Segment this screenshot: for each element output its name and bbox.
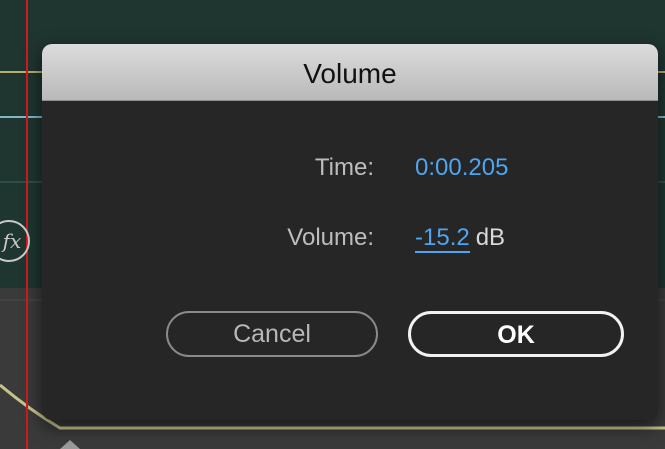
volume-dialog: Volume Time: 0:00.205 Volume: -15.2 dB Ca… xyxy=(42,44,658,420)
cancel-button[interactable]: Cancel xyxy=(166,311,378,357)
volume-unit: dB xyxy=(475,224,506,251)
time-label: Time: xyxy=(314,154,374,181)
volume-row: Volume: -15.2 dB xyxy=(42,218,658,258)
marker-triangle-icon xyxy=(60,440,80,449)
time-value[interactable]: 0:00.205 xyxy=(415,148,508,188)
volume-label: Volume: xyxy=(287,224,374,251)
volume-value-group: -15.2 dB xyxy=(415,218,505,258)
dialog-title: Volume xyxy=(42,44,658,101)
volume-value-field[interactable]: -15.2 xyxy=(415,224,470,253)
playhead[interactable] xyxy=(26,0,28,449)
time-row: Time: 0:00.205 xyxy=(42,148,658,188)
ok-button[interactable]: OK xyxy=(408,311,624,357)
